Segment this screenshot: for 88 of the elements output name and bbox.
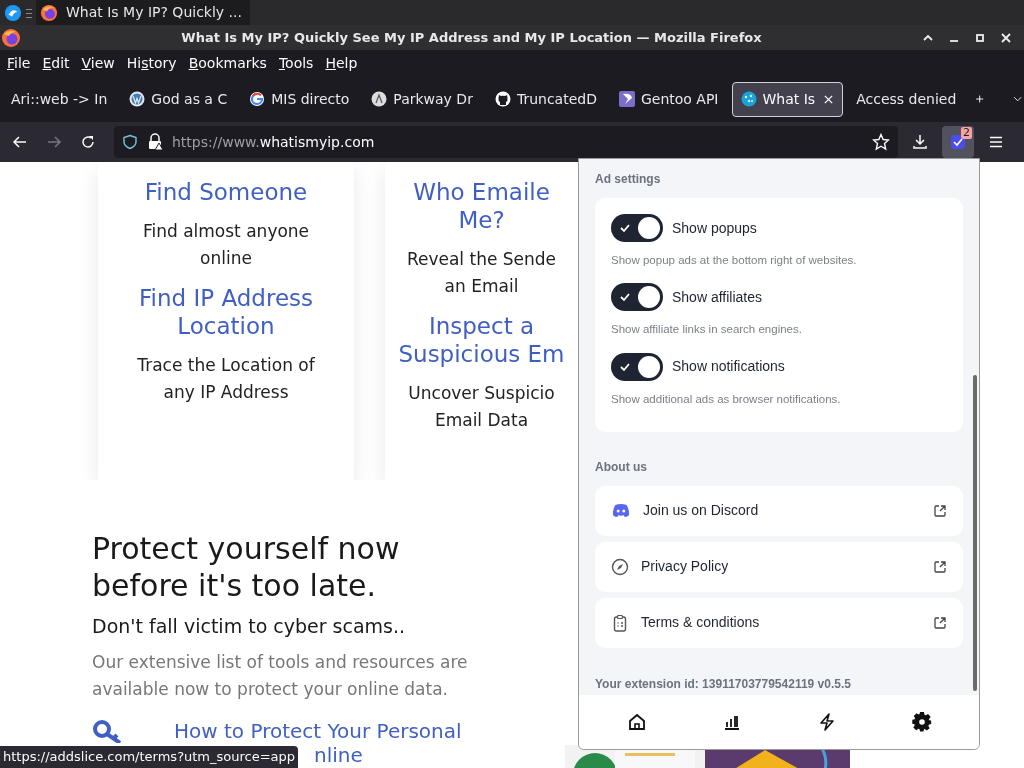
link-row[interactable]: Privacy Policy xyxy=(595,541,963,592)
badge-count: 2 xyxy=(961,127,972,139)
extension-id: Your extension id: 13911703779542119 v0.5.5 xyxy=(595,675,852,693)
download-button[interactable] xyxy=(912,134,928,150)
toggle-label: Show affiliates xyxy=(672,287,762,307)
browser-tab[interactable]: MIS directo xyxy=(240,81,359,117)
shield-icon[interactable] xyxy=(122,134,138,150)
section-title: About us xyxy=(595,458,648,476)
external-link-icon xyxy=(933,503,947,518)
g-logo-icon xyxy=(249,91,266,107)
address-field[interactable]: https://www.whatismyip.com xyxy=(114,126,898,158)
card-title[interactable]: Inspect a Suspicious Em xyxy=(398,312,565,368)
link-row[interactable]: Terms & conditions xyxy=(595,597,963,648)
menu-item[interactable]: File xyxy=(2,52,36,74)
card-text: Find almost anyone online xyxy=(142,220,310,270)
launcher-icon[interactable] xyxy=(4,3,22,22)
shield-check-icon xyxy=(950,134,966,150)
key-icon xyxy=(92,718,124,743)
compass-icon xyxy=(611,557,629,576)
browser-tab[interactable]: God as a C xyxy=(120,81,237,117)
browser-tab[interactable]: Ari::web -> In xyxy=(2,81,117,117)
section-paragraph: Our extensive list of tools and resources are available now to protect your online data. xyxy=(92,650,469,701)
external-link-icon xyxy=(933,615,947,630)
window-title: What Is My IP? Quickly See My IP Address and My IP Location — Mozilla Firefox xyxy=(180,28,763,47)
link-label: Terms & conditions xyxy=(641,613,761,633)
menu-item[interactable]: Bookmarks xyxy=(183,52,272,74)
article-link[interactable]: nline xyxy=(314,742,363,767)
link-label: Privacy Policy xyxy=(641,557,730,577)
url-text: https://www.whatismyip.com xyxy=(172,132,375,152)
gamepad-icon xyxy=(611,503,631,519)
menu-item[interactable]: Tools xyxy=(273,52,319,74)
card-text: Uncover Suspicio Email Data xyxy=(408,382,555,432)
article-link[interactable]: How to Protect Your Personal xyxy=(174,718,462,743)
link-label: Join us on Discord xyxy=(643,501,760,521)
toggle-switch[interactable] xyxy=(611,283,663,312)
section-subheading: Don't fall victim to cyber scams.. xyxy=(92,614,406,639)
scrollbar-thumb[interactable] xyxy=(973,375,977,691)
menu-button[interactable] xyxy=(988,134,1004,150)
card-title[interactable]: Find IP Address Location xyxy=(139,284,313,340)
check-icon xyxy=(619,291,631,304)
close-icon[interactable] xyxy=(823,93,835,105)
cat-icon xyxy=(494,91,511,107)
site-icon xyxy=(371,91,388,107)
card-text: Trace the Location of any IP Address xyxy=(137,354,315,404)
bar-chart-icon xyxy=(722,713,741,731)
w-logo-icon xyxy=(129,91,146,107)
toggle-description: Show additional ads as browser notifications. xyxy=(611,391,842,407)
extension-button[interactable]: 2 xyxy=(942,126,974,158)
card-title[interactable]: Who Emaile Me? xyxy=(413,178,550,234)
toggle-label: Show notifications xyxy=(672,357,785,376)
section-heading: Protect yourself now before it's too late. xyxy=(92,530,400,604)
status-url-tooltip: https://addslice.com/terms?utm_source=app xyxy=(0,746,299,768)
back-button[interactable] xyxy=(12,134,28,150)
card-text: Reveal the Sende an Email xyxy=(406,248,557,298)
card-title[interactable]: Find Someone xyxy=(144,178,308,206)
firefox-icon xyxy=(1,27,21,48)
external-link-icon xyxy=(933,559,947,574)
browser-tab[interactable]: TruncatedD xyxy=(485,81,606,117)
toggle-description: Show affiliate links in search engines. xyxy=(611,322,803,338)
swoosh-icon xyxy=(618,91,635,107)
lightning-icon xyxy=(817,713,836,731)
toggle-switch[interactable] xyxy=(611,214,663,242)
clipboard-icon xyxy=(611,613,629,632)
globe-icon xyxy=(740,91,757,107)
menu-item[interactable]: Edit xyxy=(37,52,75,74)
gear-icon xyxy=(911,712,932,732)
link-row[interactable]: Join us on Discord xyxy=(595,485,963,536)
firefox-icon xyxy=(40,3,58,22)
section-title: Ad settings xyxy=(595,171,662,188)
browser-tab[interactable]: Access denied xyxy=(847,81,966,117)
browser-tab[interactable]: Gentoo API xyxy=(609,81,728,117)
home-icon xyxy=(627,713,646,731)
taskbar-task[interactable]: What Is My IP? Quickly ... xyxy=(36,0,250,25)
reload-button[interactable] xyxy=(80,134,96,150)
browser-tab[interactable]: Parkway Dr xyxy=(362,81,482,117)
toggle-switch[interactable] xyxy=(611,352,663,381)
check-icon xyxy=(619,222,631,234)
lock-warning-icon[interactable] xyxy=(146,133,164,151)
browser-tab[interactable]: What Is xyxy=(731,81,844,117)
menu-item[interactable]: View xyxy=(76,52,120,74)
maximize-button[interactable] xyxy=(974,31,986,44)
toggle-description: Show popup ads at the bottom right of websites. xyxy=(611,253,858,268)
toggle-label: Show popups xyxy=(672,218,757,238)
forward-button[interactable] xyxy=(46,134,62,150)
bookmark-star-icon[interactable] xyxy=(872,133,890,151)
menu-item[interactable]: Help xyxy=(320,52,363,74)
menu-item[interactable]: History xyxy=(121,52,182,74)
close-button[interactable] xyxy=(1000,31,1012,44)
